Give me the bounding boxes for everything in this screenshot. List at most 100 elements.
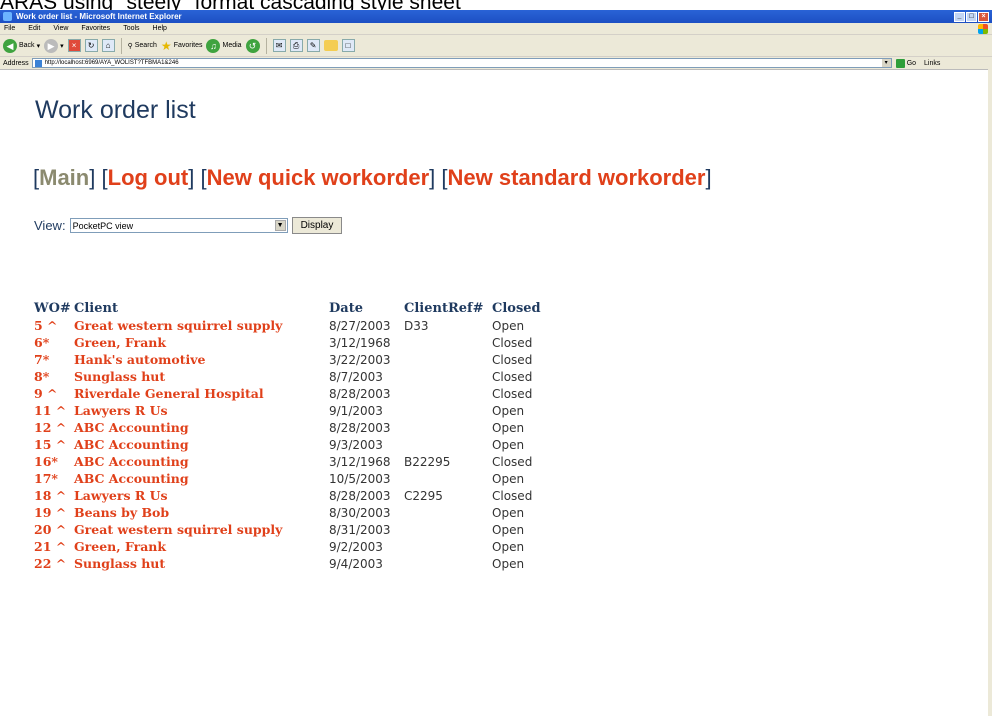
- wo-number-link[interactable]: 16*: [34, 453, 74, 470]
- clientref-cell: D33: [404, 318, 429, 333]
- back-arrow-icon: ◀: [3, 38, 17, 53]
- menu-file[interactable]: File: [4, 25, 15, 32]
- client-link[interactable]: ABC Accounting: [74, 436, 329, 453]
- refresh-icon[interactable]: ↻: [84, 39, 98, 52]
- home-icon[interactable]: ⌂: [101, 39, 115, 52]
- history-icon[interactable]: ↺: [245, 38, 260, 53]
- wo-number-link[interactable]: 5 ^: [34, 317, 74, 334]
- close-button[interactable]: ×: [978, 11, 989, 22]
- folder-icon[interactable]: [323, 40, 338, 51]
- status-cell: Open: [492, 556, 525, 571]
- menu-tools[interactable]: Tools: [123, 25, 139, 32]
- media-label: Media: [222, 42, 242, 49]
- wo-number-link[interactable]: 20 ^: [34, 521, 74, 538]
- print-icon[interactable]: ⎙: [289, 39, 303, 52]
- table-row: 22 ^ Sunglass hut 9/4/2003 Open: [34, 555, 541, 572]
- window-edge: [988, 60, 992, 716]
- messenger-icon[interactable]: □: [341, 39, 355, 52]
- header-wo: WO#: [34, 301, 71, 316]
- nav-new-quick-link[interactable]: New quick workorder: [207, 165, 430, 190]
- wo-number-link[interactable]: 17*: [34, 470, 74, 487]
- client-link[interactable]: Lawyers R Us: [74, 402, 329, 419]
- table-row: 19 ^ Beans by Bob 8/30/2003 Open: [34, 504, 541, 521]
- display-button[interactable]: Display: [291, 217, 343, 234]
- header-closed: Closed: [492, 301, 541, 316]
- client-link[interactable]: Great western squirrel supply: [74, 317, 329, 334]
- wo-number-link[interactable]: 22 ^: [34, 555, 74, 572]
- wo-number-link[interactable]: 11 ^: [34, 402, 74, 419]
- client-link[interactable]: ABC Accounting: [74, 453, 329, 470]
- wo-number-link[interactable]: 9 ^: [34, 385, 74, 402]
- menu-favorites[interactable]: Favorites: [81, 25, 110, 32]
- wo-number-link[interactable]: 8*: [34, 368, 74, 385]
- clientref-cell: B22295: [404, 454, 451, 469]
- table-header-row: WO# Client Date ClientRef# Closed: [34, 300, 541, 317]
- wo-number-link[interactable]: 21 ^: [34, 538, 74, 555]
- date-cell: 9/3/2003: [329, 437, 383, 452]
- client-link[interactable]: Lawyers R Us: [74, 487, 329, 504]
- page-title: Work order list: [35, 96, 196, 124]
- nav-logout-link[interactable]: Log out: [108, 165, 189, 190]
- client-link[interactable]: Sunglass hut: [74, 368, 329, 385]
- wo-number-link[interactable]: 15 ^: [34, 436, 74, 453]
- header-clientref: ClientRef#: [404, 301, 484, 316]
- links-button[interactable]: Links: [924, 60, 940, 67]
- status-cell: Open: [492, 420, 525, 435]
- menu-edit[interactable]: Edit: [28, 25, 40, 32]
- date-cell: 3/12/1968: [329, 454, 391, 469]
- menu-view[interactable]: View: [53, 25, 68, 32]
- title-bar: Work order list - Microsoft Internet Exp…: [0, 10, 992, 23]
- client-link[interactable]: ABC Accounting: [74, 470, 329, 487]
- nav-new-standard-link[interactable]: New standard workorder: [448, 165, 706, 190]
- table-row: 15 ^ ABC Accounting 9/3/2003 Open: [34, 436, 541, 453]
- clientref-cell: [404, 402, 492, 419]
- clientref-cell: [404, 334, 492, 351]
- bracket-close: ]: [89, 165, 96, 190]
- header-date: Date: [329, 301, 363, 316]
- stop-icon[interactable]: ×: [67, 39, 81, 52]
- nav-main-link[interactable]: Main: [39, 165, 89, 190]
- wo-number-link[interactable]: 12 ^: [34, 419, 74, 436]
- toolbar-separator: [265, 37, 267, 54]
- edit-icon[interactable]: ✎: [306, 39, 320, 52]
- favorites-button[interactable]: ★ Favorites: [161, 39, 203, 53]
- date-cell: 8/7/2003: [329, 369, 383, 384]
- table-row: 11 ^ Lawyers R Us 9/1/2003 Open: [34, 402, 541, 419]
- wo-number-link[interactable]: 6*: [34, 334, 74, 351]
- media-button[interactable]: ♫ Media: [206, 38, 242, 53]
- table-row: 5 ^ Great western squirrel supply 8/27/200…: [34, 317, 541, 334]
- status-cell: Open: [492, 522, 525, 537]
- view-label: View:: [34, 218, 66, 233]
- wo-number-link[interactable]: 18 ^: [34, 487, 74, 504]
- client-link[interactable]: Hank's automotive: [74, 351, 329, 368]
- clientref-cell: [404, 555, 492, 572]
- date-cell: 8/30/2003: [329, 505, 391, 520]
- chevron-down-icon[interactable]: ▼: [274, 220, 286, 231]
- go-button[interactable]: Go: [895, 58, 916, 68]
- chevron-down-icon: ▾: [36, 42, 41, 50]
- client-link[interactable]: Great western squirrel supply: [74, 521, 329, 538]
- search-button[interactable]: ⚲ Search: [128, 42, 157, 50]
- client-link[interactable]: Riverdale General Hospital: [74, 385, 329, 402]
- client-link[interactable]: Sunglass hut: [74, 555, 329, 572]
- forward-button[interactable]: ▶ ▾: [44, 38, 64, 53]
- wo-number-link[interactable]: 19 ^: [34, 504, 74, 521]
- mail-icon[interactable]: ✉: [272, 39, 286, 52]
- address-input[interactable]: http://localhost:6969/AYA_WOLIST?TFBMA1&…: [31, 58, 892, 68]
- minimize-button[interactable]: _: [954, 11, 965, 22]
- wo-number-link[interactable]: 7*: [34, 351, 74, 368]
- maximize-button[interactable]: □: [966, 11, 977, 22]
- table-row: 17* ABC Accounting 10/5/2003 Open: [34, 470, 541, 487]
- client-link[interactable]: ABC Accounting: [74, 419, 329, 436]
- date-cell: 9/2/2003: [329, 539, 383, 554]
- date-cell: 8/28/2003: [329, 420, 391, 435]
- back-button[interactable]: ◀ Back ▾: [3, 38, 41, 53]
- client-link[interactable]: Green, Frank: [74, 538, 329, 555]
- view-select[interactable]: PocketPC view ▼: [69, 218, 288, 233]
- address-url: http://localhost:6969/AYA_WOLIST?TFBMA1&…: [44, 59, 179, 66]
- menu-help[interactable]: Help: [153, 25, 167, 32]
- client-link[interactable]: Beans by Bob: [74, 504, 329, 521]
- status-cell: Open: [492, 471, 525, 486]
- client-link[interactable]: Green, Frank: [74, 334, 329, 351]
- chevron-down-icon[interactable]: ▾: [881, 59, 891, 67]
